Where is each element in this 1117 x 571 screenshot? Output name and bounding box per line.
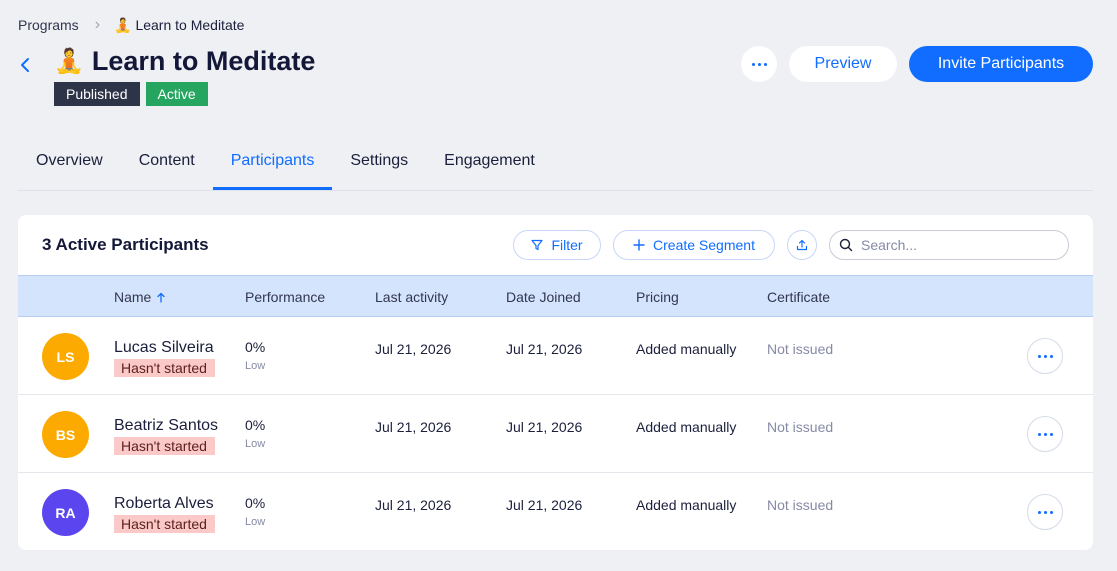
performance-level: Low bbox=[245, 516, 266, 528]
pricing: Added manually bbox=[636, 497, 737, 513]
status-badge: Hasn't started bbox=[114, 437, 215, 455]
more-dots-icon bbox=[1037, 354, 1053, 358]
filter-label: Filter bbox=[551, 237, 583, 253]
meditation-emoji-icon: 🧘 bbox=[114, 16, 132, 33]
certificate-status: Not issued bbox=[767, 419, 834, 435]
table-row[interactable]: BS Beatriz Santos Hasn't started 0% Low … bbox=[18, 395, 1093, 473]
search-icon bbox=[839, 238, 853, 252]
avatar: RA bbox=[42, 489, 89, 536]
more-dots-icon bbox=[1037, 510, 1053, 514]
table-row[interactable]: LS Lucas Silveira Hasn't started 0% Low … bbox=[18, 317, 1093, 395]
last-activity: Jul 21, 2026 bbox=[375, 341, 452, 357]
chevron-left-icon bbox=[21, 58, 29, 72]
participants-card: 3 Active Participants Filter Create Segm… bbox=[18, 215, 1093, 550]
last-activity: Jul 21, 2026 bbox=[375, 419, 452, 435]
row-more-actions-button[interactable] bbox=[1027, 494, 1063, 530]
pricing: Added manually bbox=[636, 419, 737, 435]
participants-count-title: 3 Active Participants bbox=[42, 235, 209, 254]
pricing: Added manually bbox=[636, 341, 737, 357]
more-dots-icon bbox=[751, 62, 767, 66]
breadcrumb-current: 🧘 Learn to Meditate bbox=[114, 17, 244, 34]
column-header-date-joined: Date Joined bbox=[506, 289, 581, 305]
table-row[interactable]: RA Roberta Alves Hasn't started 0% Low J… bbox=[18, 473, 1093, 550]
column-header-last-activity: Last activity bbox=[375, 289, 449, 305]
page-title-text: Learn to Meditate bbox=[91, 46, 316, 76]
back-button[interactable] bbox=[16, 54, 34, 76]
chevron-right-icon: › bbox=[94, 16, 101, 33]
tab-bar: Overview Content Participants Settings E… bbox=[18, 140, 1093, 191]
invite-participants-button[interactable]: Invite Participants bbox=[909, 46, 1093, 82]
export-button[interactable] bbox=[787, 230, 817, 260]
performance-value: 0% bbox=[245, 417, 266, 433]
column-header-performance: Performance bbox=[245, 289, 326, 305]
tab-settings[interactable]: Settings bbox=[332, 140, 426, 190]
breadcrumb-current-label: Learn to Meditate bbox=[135, 17, 245, 33]
participant-name: Lucas Silveira bbox=[114, 339, 214, 356]
status-badges: Published Active bbox=[54, 82, 208, 106]
avatar: LS bbox=[42, 333, 89, 380]
page-title: 🧘 Learn to Meditate bbox=[54, 46, 315, 77]
row-more-actions-button[interactable] bbox=[1027, 416, 1063, 452]
tab-participants[interactable]: Participants bbox=[212, 140, 333, 190]
active-badge: Active bbox=[145, 82, 208, 106]
create-segment-label: Create Segment bbox=[653, 237, 755, 253]
date-joined: Jul 21, 2026 bbox=[506, 341, 583, 357]
performance-value: 0% bbox=[245, 339, 266, 355]
meditation-emoji-icon: 🧘 bbox=[54, 48, 84, 75]
search-input[interactable] bbox=[861, 237, 1051, 253]
performance-level: Low bbox=[245, 360, 266, 372]
more-actions-button[interactable] bbox=[741, 46, 777, 82]
search-field bbox=[829, 230, 1069, 260]
export-icon bbox=[796, 239, 808, 251]
status-badge: Hasn't started bbox=[114, 359, 215, 377]
column-header-name[interactable]: Name bbox=[114, 289, 166, 305]
performance-level: Low bbox=[245, 438, 266, 450]
row-more-actions-button[interactable] bbox=[1027, 338, 1063, 374]
avatar: BS bbox=[42, 411, 89, 458]
performance-value: 0% bbox=[245, 495, 266, 511]
filter-icon bbox=[531, 239, 544, 251]
certificate-status: Not issued bbox=[767, 341, 834, 357]
column-header-name-label: Name bbox=[114, 289, 152, 305]
participant-name: Beatriz Santos bbox=[114, 417, 219, 434]
tab-content[interactable]: Content bbox=[121, 140, 213, 190]
create-segment-button[interactable]: Create Segment bbox=[613, 230, 775, 260]
column-header-certificate: Certificate bbox=[767, 289, 831, 305]
plus-icon bbox=[633, 239, 645, 251]
sort-ascending-icon bbox=[157, 292, 166, 303]
last-activity: Jul 21, 2026 bbox=[375, 497, 452, 513]
table-header: Name Performance Last activity Date Join… bbox=[18, 275, 1093, 317]
date-joined: Jul 21, 2026 bbox=[506, 419, 583, 435]
date-joined: Jul 21, 2026 bbox=[506, 497, 583, 513]
published-badge: Published bbox=[54, 82, 140, 106]
participant-name: Roberta Alves bbox=[114, 495, 214, 512]
card-header: 3 Active Participants Filter Create Segm… bbox=[18, 215, 1093, 275]
breadcrumb: Programs › 🧘 Learn to Meditate bbox=[18, 16, 244, 34]
breadcrumb-programs-link[interactable]: Programs bbox=[18, 17, 79, 33]
tab-engagement[interactable]: Engagement bbox=[426, 140, 553, 190]
preview-button[interactable]: Preview bbox=[789, 46, 897, 82]
status-badge: Hasn't started bbox=[114, 515, 215, 533]
certificate-status: Not issued bbox=[767, 497, 834, 513]
column-header-pricing: Pricing bbox=[636, 289, 679, 305]
filter-button[interactable]: Filter bbox=[513, 230, 601, 260]
tab-overview[interactable]: Overview bbox=[18, 140, 121, 190]
more-dots-icon bbox=[1037, 432, 1053, 436]
